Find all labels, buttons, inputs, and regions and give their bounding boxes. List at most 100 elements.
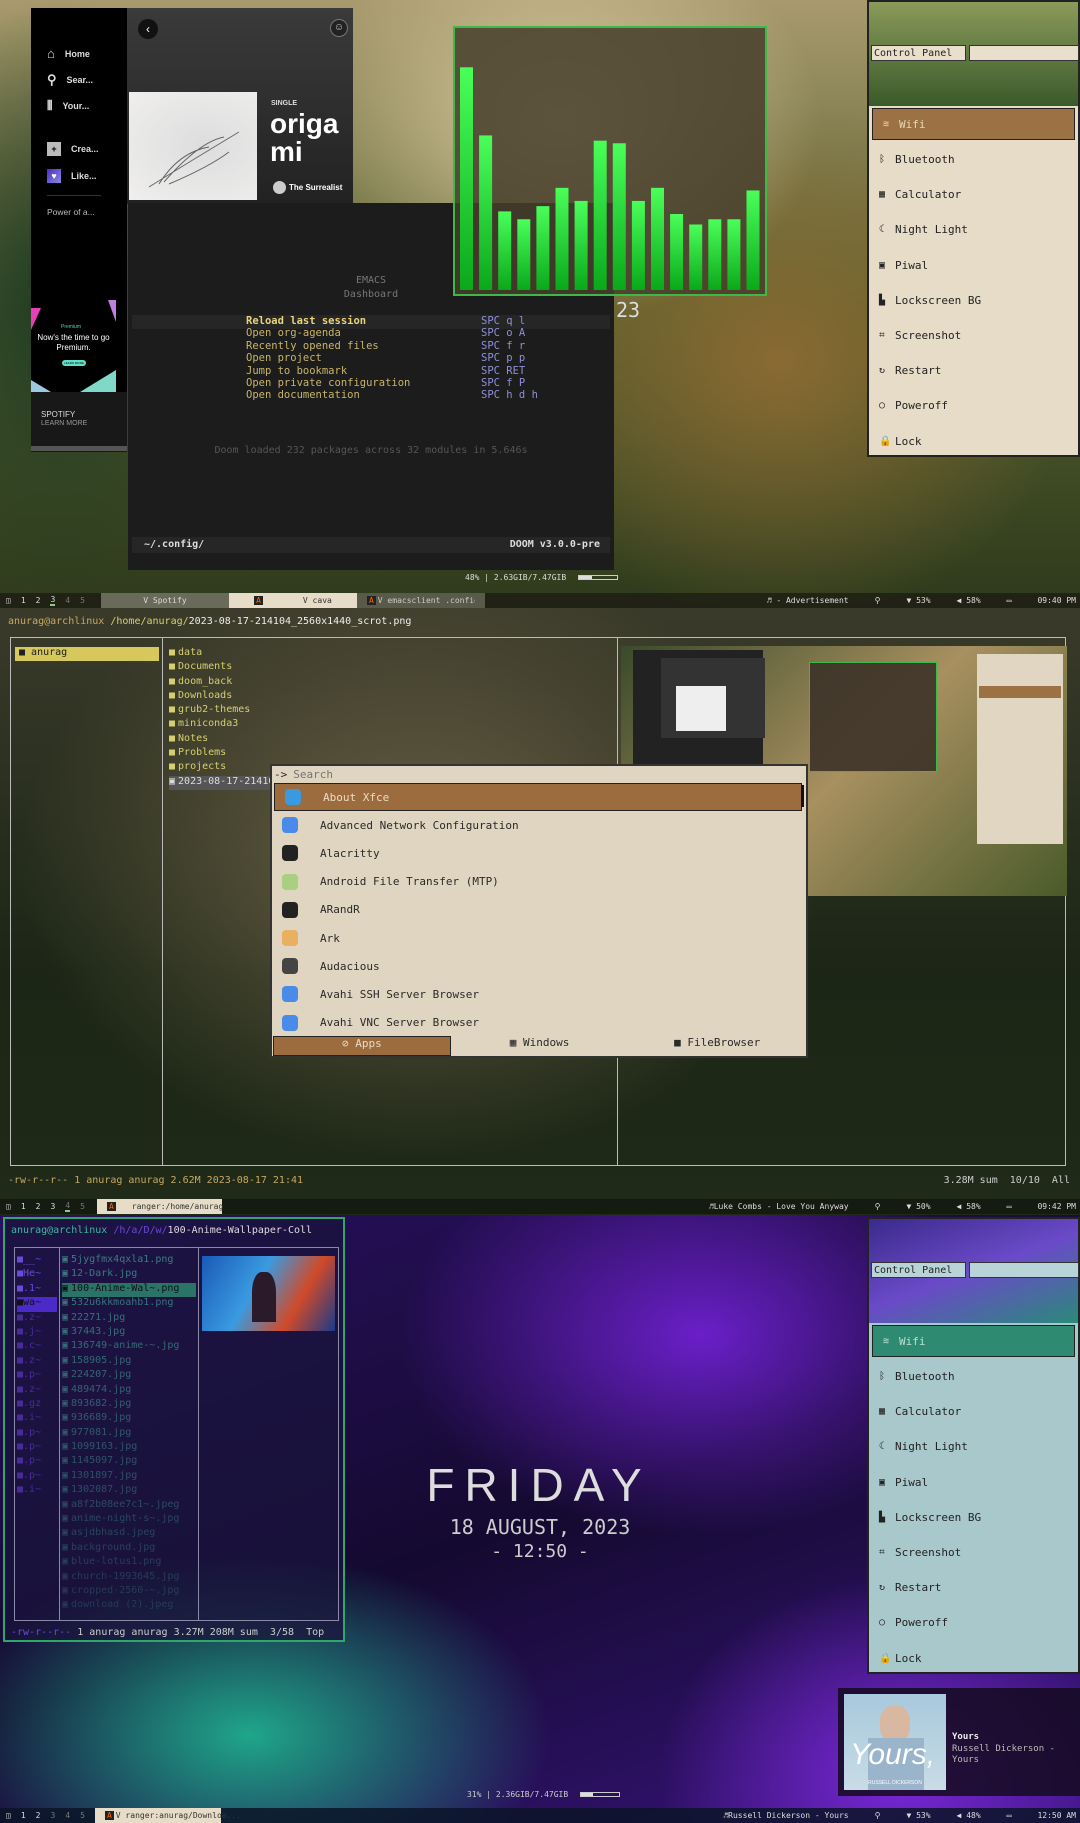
app-entry[interactable]: Advanced Network Configuration [272,811,806,839]
parent-entry[interactable]: ■.z~ [17,1384,57,1398]
file-entry[interactable]: ▣ anime-night-s~.jpg [62,1513,196,1527]
battery-icon[interactable]: ▭ [1007,1202,1012,1211]
control-panel-item-lock[interactable]: 🔒 Lock [869,1641,1078,1676]
create-playlist-button[interactable]: + Crea... [47,142,99,156]
control-panel-item-piwal[interactable]: ▣ Piwal [869,1465,1078,1500]
control-panel-item-restart[interactable]: ↻ Restart [869,1570,1078,1605]
file-entry[interactable]: ▣ cropped-2560-~.jpg [62,1585,196,1599]
volume-status[interactable]: ◀ 58% [957,596,981,605]
file-entry[interactable]: ▣ 37443.jpg [62,1326,196,1340]
workspace-3[interactable]: 3 [50,1811,55,1820]
dashboard-item[interactable]: Jump to bookmark [246,365,347,377]
mode-windows[interactable]: ▦ Windows [451,1036,629,1056]
workspace-1[interactable]: 1 [21,596,26,605]
workspace-1[interactable]: 1 [21,1202,26,1211]
wifi-status[interactable]: ▼ 50% [906,1202,930,1211]
control-panel-item-wifi[interactable]: ≋ Wifi [872,108,1075,140]
workspace-2[interactable]: 2 [36,596,41,605]
parent-entry[interactable]: ■.z~ [17,1355,57,1369]
file-entry[interactable]: ▣ a8f2b08ee7c1~.jpeg [62,1499,196,1513]
file-entry[interactable]: ■ Notes [169,733,405,747]
file-entry[interactable]: ■ Documents [169,661,405,675]
volume-status[interactable]: ◀ 58% [957,1202,981,1211]
parent-entry[interactable]: ■.1~ [17,1283,57,1297]
search-bar[interactable]: -> [272,766,806,783]
control-panel-item-poweroff[interactable]: ○ Poweroff [869,388,1078,423]
scrollbar[interactable] [31,446,127,451]
file-entry[interactable]: ■ grub2-themes [169,704,405,718]
control-panel-item-bluetooth[interactable]: ᛒ Bluetooth [869,1359,1078,1394]
parent-entry[interactable]: ■.p~ [17,1427,57,1441]
file-entry[interactable]: ▣ background.jpg [62,1542,196,1556]
control-panel-search[interactable] [969,1262,1079,1278]
file-entry[interactable]: ▣ 1145097.jpg [62,1455,196,1469]
battery-icon[interactable]: ▭ [1007,1811,1012,1820]
parent-entry[interactable]: ■.p~ [17,1470,57,1484]
dashboard-item[interactable]: Open org-agenda [246,327,341,339]
file-entry[interactable]: ■ miniconda3 [169,718,405,732]
parent-entry[interactable]: ■.p~ [17,1369,57,1383]
search-icon[interactable]: ⚲ [875,596,881,605]
app-entry[interactable]: Ark [272,924,806,952]
control-panel-item-night-light[interactable]: ☾ Night Light [869,1429,1078,1464]
dashboard-item[interactable]: Recently opened files [246,340,379,352]
workspace-5[interactable]: 5 [80,1811,85,1820]
parent-entry[interactable]: ■.p~ [17,1455,57,1469]
workspace-5[interactable]: 5 [80,596,85,605]
workspace-2[interactable]: 2 [36,1202,41,1211]
wifi-status[interactable]: ▼ 53% [906,596,930,605]
parent-entry[interactable]: ■He~ [17,1268,57,1282]
control-panel-item-wifi[interactable]: ≋ Wifi [872,1325,1075,1357]
workspace-1[interactable]: 1 [21,1811,26,1820]
parent-entry[interactable]: ■.i~ [17,1412,57,1426]
control-panel-item-screenshot[interactable]: ⌗ Screenshot [869,1535,1078,1570]
liked-songs-button[interactable]: ♥ Like... [47,169,97,183]
scrollbar[interactable] [801,785,804,807]
file-entry[interactable]: ▣ church-1993645.jpg [62,1571,196,1585]
file-entry[interactable]: ▣ download (2).jpeg [62,1599,196,1613]
file-entry[interactable]: ▣ 1099163.jpg [62,1441,196,1455]
file-entry[interactable]: ▣ asjdbhasd.jpeg [62,1527,196,1541]
media-title[interactable]: ♬ - Advertisement [767,596,849,605]
file-entry[interactable]: ▣ 100-Anime-Wal~.png [62,1282,196,1298]
parent-entry[interactable]: ■.gz [17,1398,57,1412]
control-panel-item-night-light[interactable]: ☾ Night Light [869,212,1078,247]
control-panel-item-lock[interactable]: 🔒 Lock [869,424,1078,459]
layout-icon[interactable]: ◫ [6,1811,11,1820]
task-emacsclient[interactable]: AV emacsclient .config/q... [356,593,485,608]
workspace-2[interactable]: 2 [36,1811,41,1820]
file-entry[interactable]: ▣ 936689.jpg [62,1412,196,1426]
task-ranger[interactable]: Aranger:/home/anurag [96,1199,223,1214]
file-entry[interactable]: ▣ 224207.jpg [62,1369,196,1383]
layout-icon[interactable]: ◫ [6,1202,11,1211]
control-panel-item-piwal[interactable]: ▣ Piwal [869,248,1078,283]
parent-entry[interactable]: ■.j~ [17,1326,57,1340]
workspace-4[interactable]: 4 [65,1811,70,1820]
dashboard-item[interactable]: Reload last session [246,315,366,327]
control-panel-item-poweroff[interactable]: ○ Poweroff [869,1605,1078,1640]
search-input[interactable] [293,768,694,781]
parent-entry[interactable]: ■.i~ [17,1484,57,1498]
workspace-3[interactable]: 3 [50,1202,55,1211]
sidebar-item-library[interactable]: ⫴ Your... [47,98,89,114]
sidebar-item-home[interactable]: ⌂ Home [47,46,90,61]
control-panel-item-bluetooth[interactable]: ᛒ Bluetooth [869,142,1078,177]
dashboard-item[interactable]: Open private configuration [246,377,410,389]
layout-icon[interactable]: ◫ [6,596,11,605]
app-entry[interactable]: Audacious [272,952,806,980]
task-spotify[interactable]: V Spotify [100,593,229,608]
parent-entry[interactable]: ■.p~ [17,1441,57,1455]
app-entry[interactable]: Android File Transfer (MTP) [272,868,806,896]
footer-learn-more[interactable]: LEARN MORE [41,420,87,427]
workspace-4[interactable]: 4 [65,1201,71,1212]
file-entry[interactable]: ▣ blue-lotus1.png [62,1556,196,1570]
media-title[interactable]: ♬Luke Combs - Love You Anyway [709,1202,849,1211]
file-entry[interactable]: ▣ 1301897.jpg [62,1470,196,1484]
parent-entry[interactable]: ■__~ [17,1254,57,1268]
ad-cta-button[interactable]: LEARN MORE [62,360,86,366]
control-panel-item-calculator[interactable]: ▦ Calculator [869,1394,1078,1429]
app-entry[interactable]: Avahi VNC Server Browser [272,1009,806,1037]
control-panel-item-calculator[interactable]: ▦ Calculator [869,177,1078,212]
wifi-status[interactable]: ▼ 53% [906,1811,930,1820]
parent-dir-selected[interactable]: ■ anurag [15,647,159,661]
